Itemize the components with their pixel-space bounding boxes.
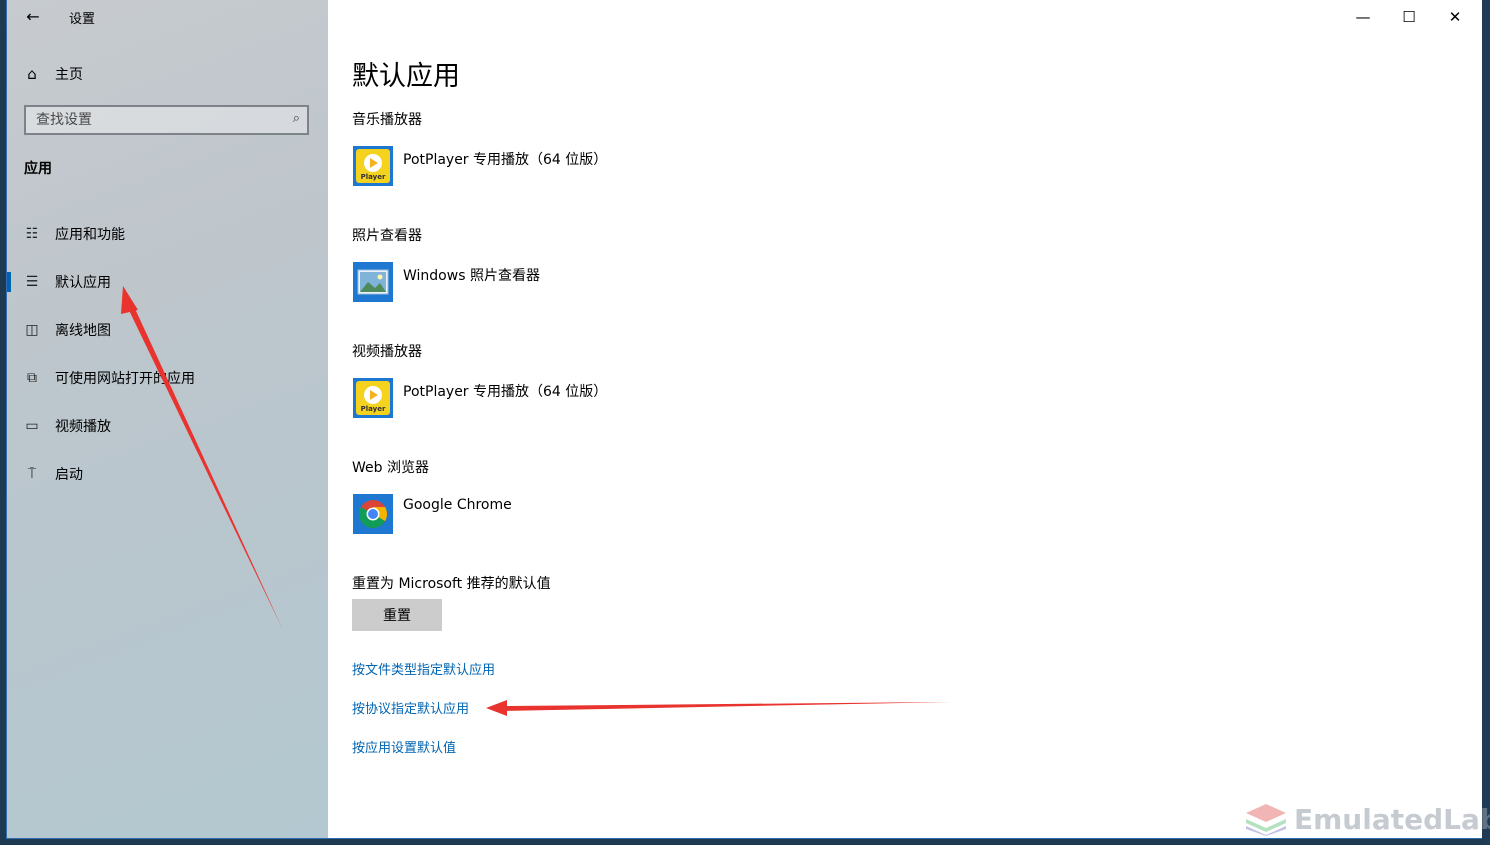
maximize-button[interactable]: ☐ [1386,0,1432,34]
default-app-name: PotPlayer 专用播放（64 位版） [403,152,608,168]
map-icon: ◫ [25,322,39,338]
nav-item-offline-maps[interactable]: ◫ 离线地图 [7,306,328,354]
default-app-browser[interactable]: Google Chrome [353,494,512,536]
nav-home-label: 主页 [55,67,83,83]
default-app-name: PotPlayer 专用播放（64 位版） [403,384,608,400]
nav-item-apps-features[interactable]: ☷ 应用和功能 [7,210,328,258]
maximize-icon: ☐ [1402,8,1416,26]
sidebar: ← 设置 ⌂ 主页 ⌕ 应用 ☷ 应用和功能 ☰ 默认应用 ◫ 离线地图 [7,0,328,838]
minimize-icon: — [1355,8,1371,26]
title-bar: ← 设置 [7,0,328,34]
reset-label: 重置为 Microsoft 推荐的默认值 [352,576,551,592]
search-input[interactable] [26,111,278,129]
default-apps-icon: ☰ [25,274,39,290]
page-title: 默认应用 [352,61,460,92]
close-icon: ✕ [1448,8,1462,26]
nav-item-video-playback[interactable]: ▭ 视频播放 [7,402,328,450]
nav-item-label: 可使用网站打开的应用 [55,371,195,387]
search-icon[interactable]: ⌕ [293,111,300,126]
photo-viewer-icon [353,262,393,302]
potplayer-icon-text: Player [361,405,386,413]
section-heading: 应用 [24,161,52,177]
nav-item-label: 应用和功能 [55,227,125,243]
video-icon: ▭ [25,418,39,434]
nav-item-label: 默认应用 [55,275,111,291]
potplayer-icon-text: Player [361,173,386,181]
nav-home[interactable]: ⌂ 主页 [23,62,83,86]
watermark: EmulatedLab [1244,802,1490,836]
nav-item-label: 启动 [55,467,83,483]
nav-item-apps-for-websites[interactable]: ⧉ 可使用网站打开的应用 [7,354,328,402]
apps-list-icon: ☷ [25,226,39,242]
window-title: 设置 [69,12,96,27]
startup-icon: ⍑ [27,466,37,482]
chrome-icon [353,494,393,534]
category-label-video: 视频播放器 [352,344,422,360]
close-button[interactable]: ✕ [1432,0,1478,34]
main-content: — ☐ ✕ 默认应用 音乐播放器 Player PotPlayer 专用播放（6… [328,0,1482,838]
home-icon: ⌂ [27,65,37,83]
open-website-icon: ⧉ [27,370,37,386]
nav-item-label: 视频播放 [55,419,111,435]
potplayer-icon: Player [353,146,393,186]
default-app-photo[interactable]: Windows 照片查看器 [353,262,540,304]
default-app-name: Google Chrome [403,497,512,513]
link-by-app[interactable]: 按应用设置默认值 [352,737,456,756]
link-by-file-type[interactable]: 按文件类型指定默认应用 [352,659,495,678]
desktop-background-strip [1482,0,1490,845]
back-arrow-icon: ← [26,7,40,26]
default-app-music[interactable]: Player PotPlayer 专用播放（64 位版） [353,146,607,188]
nav-item-startup[interactable]: ⍑ 启动 [7,450,328,498]
back-button[interactable]: ← [17,6,49,28]
watermark-logo-icon [1246,804,1286,836]
nav-item-label: 离线地图 [55,323,111,339]
active-indicator [7,272,11,292]
reset-button[interactable]: 重置 [352,599,442,631]
minimize-button[interactable]: — [1340,0,1386,34]
default-app-name: Windows 照片查看器 [403,268,540,284]
search-box[interactable]: ⌕ [24,105,309,135]
nav-list: ☷ 应用和功能 ☰ 默认应用 ◫ 离线地图 ⧉ 可使用网站打开的应用 ▭ 视频播… [7,210,328,498]
potplayer-icon: Player [353,378,393,418]
nav-item-default-apps[interactable]: ☰ 默认应用 [7,258,328,306]
watermark-text: EmulatedLab [1294,802,1490,836]
link-by-protocol[interactable]: 按协议指定默认应用 [352,698,469,717]
category-label-music: 音乐播放器 [352,112,422,128]
category-label-browser: Web 浏览器 [352,460,429,476]
settings-window: ← 设置 ⌂ 主页 ⌕ 应用 ☷ 应用和功能 ☰ 默认应用 ◫ 离线地图 [7,0,1482,838]
default-app-video[interactable]: Player PotPlayer 专用播放（64 位版） [353,378,607,420]
category-label-photo: 照片查看器 [352,228,422,244]
